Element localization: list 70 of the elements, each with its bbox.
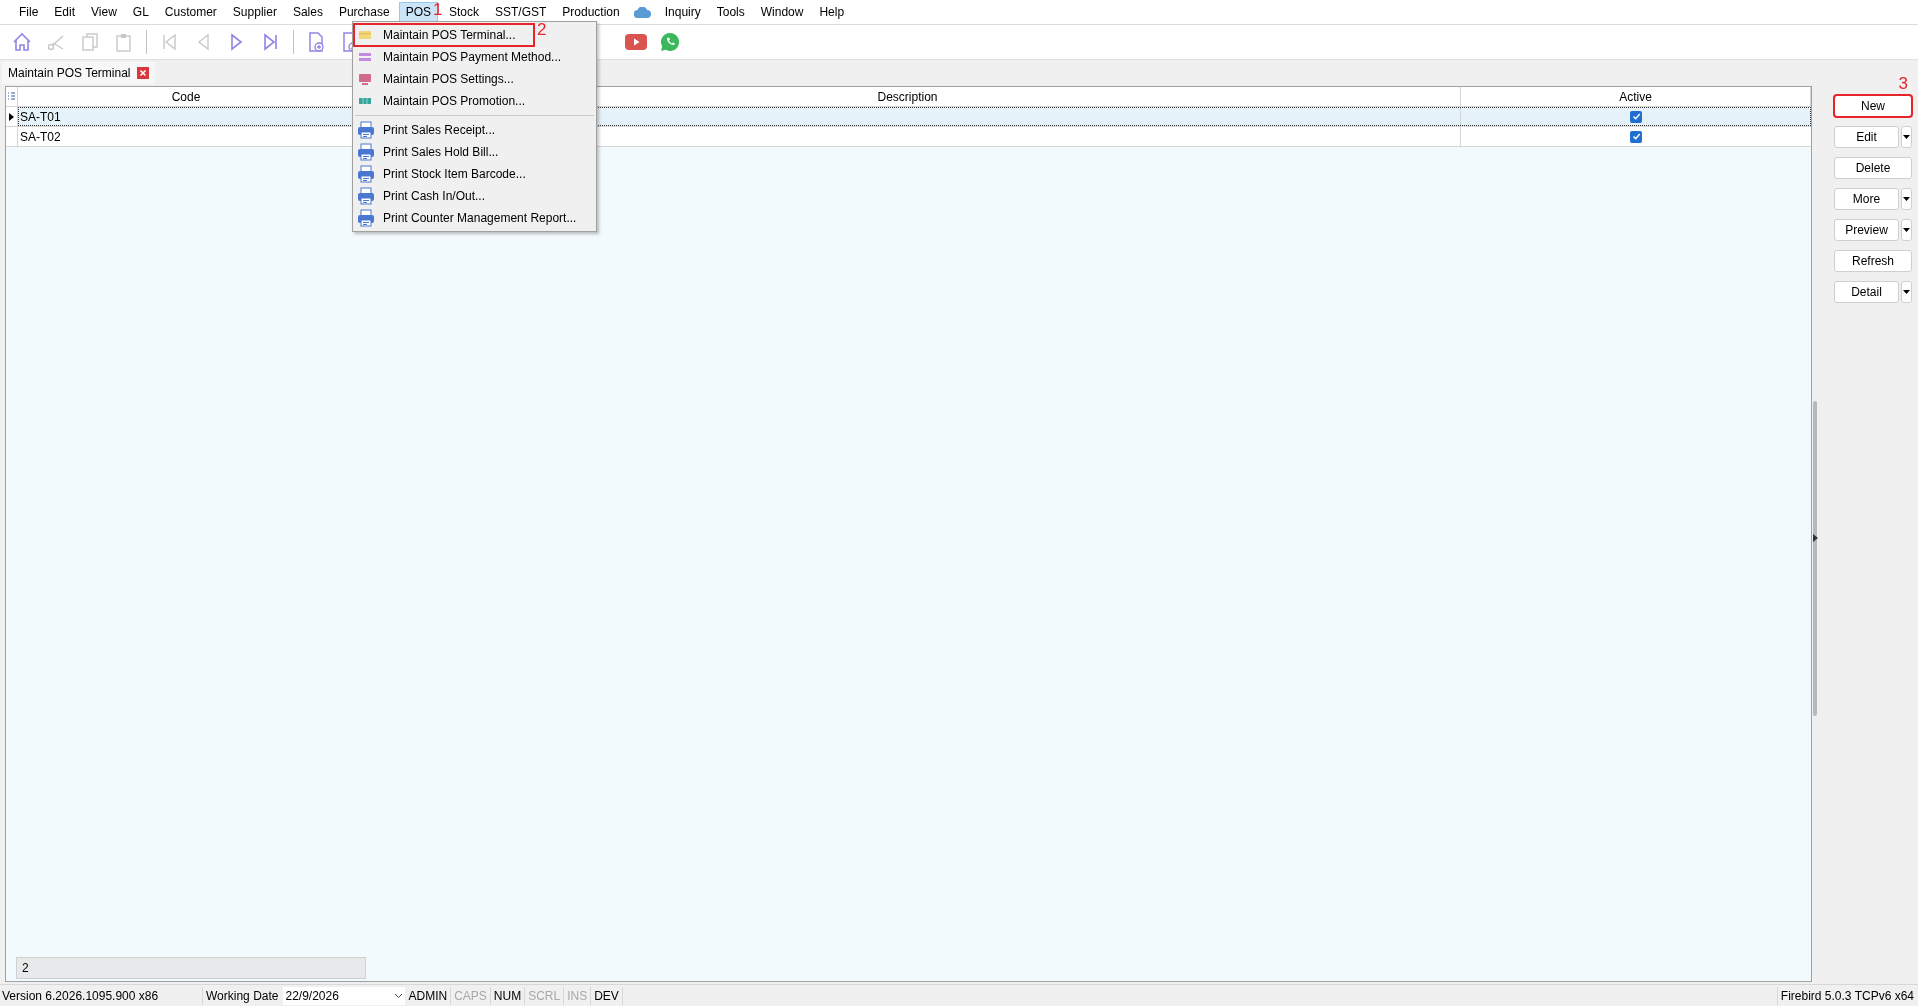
dropdown-button[interactable]	[1901, 219, 1912, 241]
video-play-icon[interactable]	[625, 34, 647, 50]
tab-title: Maintain POS Terminal	[8, 65, 131, 82]
status-indicator: DEV	[591, 986, 623, 1005]
status-indicator: NUM	[490, 986, 526, 1005]
printer-icon	[357, 143, 375, 161]
menu-item[interactable]: Supplier	[225, 2, 284, 22]
copy-icon[interactable]	[79, 31, 101, 53]
status-indicator: SCRL	[525, 986, 565, 1005]
dropdown-button[interactable]	[1901, 281, 1912, 303]
status-indicator: ADMIN	[405, 986, 452, 1005]
menu-item[interactable]: Edit	[47, 2, 83, 22]
action-button[interactable]: More	[1834, 188, 1899, 210]
printer-icon	[357, 165, 375, 183]
menu-item[interactable]: Sales	[285, 2, 330, 22]
action-button[interactable]: Refresh	[1834, 250, 1912, 272]
status-indicator: INS	[564, 986, 592, 1005]
action-button[interactable]: Edit	[1834, 126, 1899, 148]
annotation-number: 3	[1898, 75, 1908, 92]
dropdown-button[interactable]	[1901, 188, 1912, 210]
database-label: Firebird 5.0.3 TCPv6 x64	[1776, 986, 1918, 1005]
chat-icon[interactable]	[660, 32, 680, 52]
date-field[interactable]: 22/9/2026	[283, 986, 406, 1005]
menu-item[interactable]: Help	[812, 2, 852, 22]
dropdown-button[interactable]	[1901, 126, 1912, 148]
printer-icon	[357, 187, 375, 205]
menu-item[interactable]: Production	[555, 2, 627, 22]
printer-icon	[357, 209, 375, 227]
working-date-label: Working Date	[202, 986, 282, 1005]
menu-item[interactable]: Maintain POS Settings...	[354, 68, 595, 90]
menu-item[interactable]: Inquiry	[657, 2, 708, 22]
status-indicator: CAPS	[451, 986, 491, 1005]
record-count: 2	[16, 957, 366, 979]
caret-icon	[1903, 228, 1910, 232]
menu-item[interactable]: Print Cash In/Out...	[354, 185, 595, 207]
menu-item[interactable]: Tools	[709, 2, 752, 22]
home-icon[interactable]	[11, 31, 33, 53]
printer-icon	[357, 121, 375, 139]
menu-item[interactable]: Purchase	[331, 2, 397, 22]
action-button[interactable]: New	[1834, 95, 1912, 117]
row-pointer-icon	[9, 112, 14, 121]
annotation-number: 2	[537, 21, 547, 38]
cloud-icon[interactable]	[633, 6, 651, 18]
caret-icon	[1903, 197, 1910, 201]
caret-icon	[1903, 290, 1910, 294]
checkbox[interactable]	[1630, 110, 1642, 123]
column-chooser-icon[interactable]	[8, 92, 15, 101]
caret-icon	[1903, 135, 1910, 139]
column-header[interactable]: Active	[1461, 87, 1811, 106]
document-tab[interactable]: Maintain POS Terminal	[2, 62, 155, 84]
chevron-down-icon[interactable]	[394, 992, 404, 999]
menu-item[interactable]: Stock	[441, 2, 486, 22]
action-button[interactable]: Preview	[1834, 219, 1899, 241]
menu-item[interactable]: Maintain POS Payment Method...	[354, 46, 595, 68]
menu-item[interactable]: GL	[125, 2, 156, 22]
expand-arrow-icon[interactable]	[1812, 534, 1818, 542]
menu-item[interactable]: Window	[753, 2, 811, 22]
menu-item[interactable]: Print Counter Management Report...	[354, 207, 595, 229]
version-label: Version 6.2026.1095.900 x86	[1, 987, 160, 1005]
menu-item[interactable]: View	[84, 2, 124, 22]
menu-item[interactable]: File	[12, 2, 46, 22]
menu-item[interactable]: SST/GST	[488, 2, 554, 22]
action-button[interactable]: Detail	[1834, 281, 1899, 303]
close-icon[interactable]	[136, 67, 149, 79]
monitor-icon	[357, 71, 373, 87]
action-button[interactable]: Delete	[1834, 157, 1912, 179]
menu-item[interactable]: Maintain POS Terminal...	[354, 24, 534, 46]
menu-item[interactable]: Print Stock Item Barcode...	[354, 163, 595, 185]
menu-item[interactable]: Customer	[157, 2, 224, 22]
checkbox[interactable]	[1630, 130, 1642, 143]
